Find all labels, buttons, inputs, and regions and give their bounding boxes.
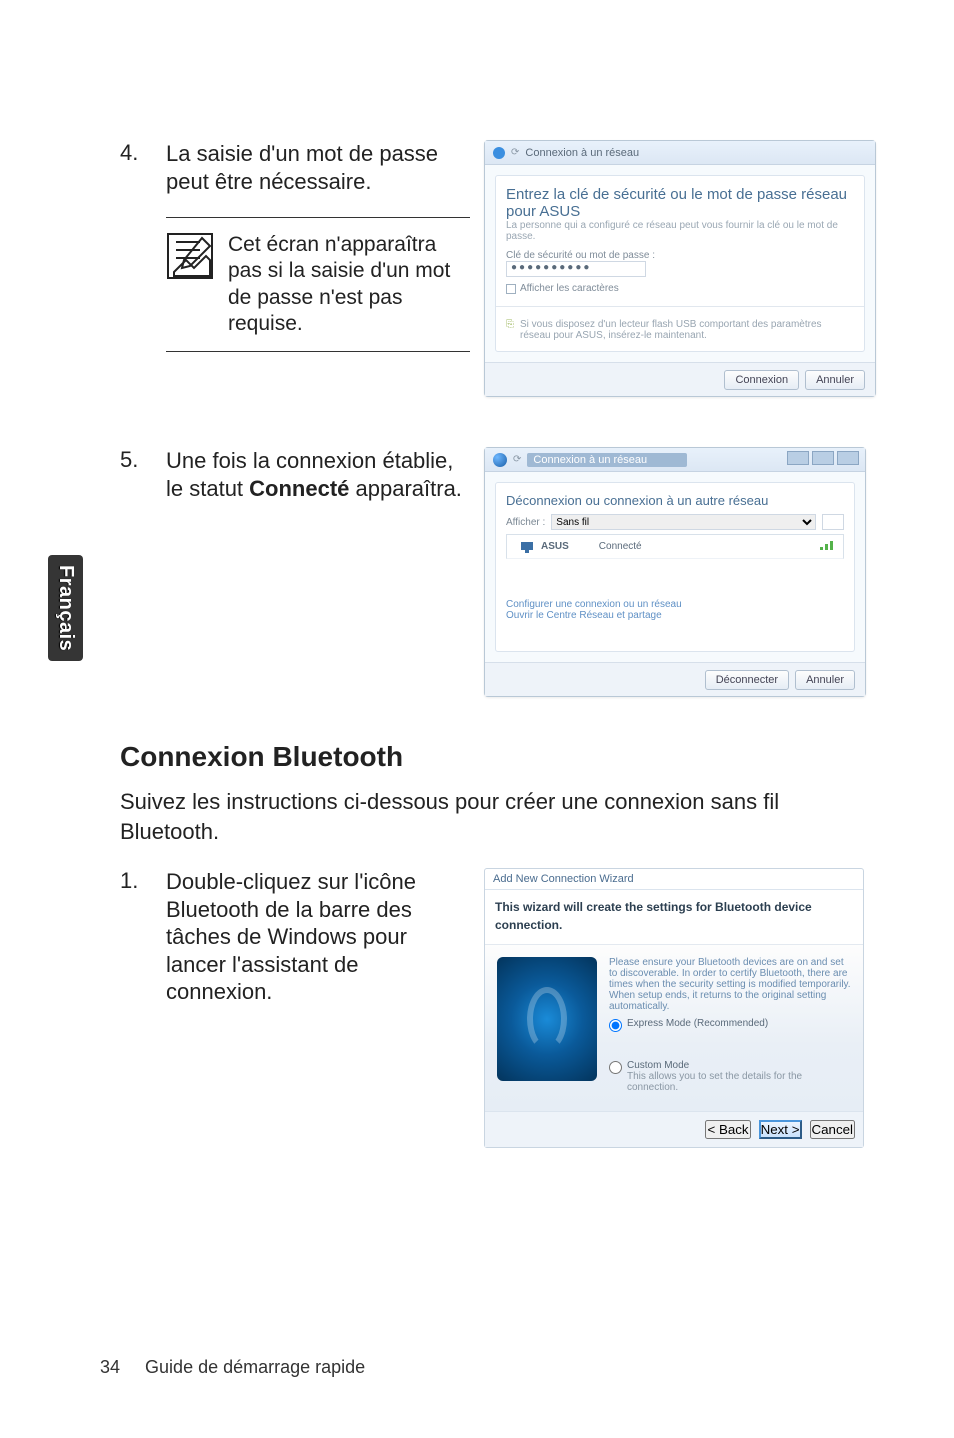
show-chars-label: Afficher les caractères (520, 283, 619, 294)
link-configure-network[interactable]: Configurer une connexion ou un réseau (506, 599, 844, 610)
step-4-text: La saisie d'un mot de passe peut être né… (166, 140, 470, 195)
connect-button[interactable]: Connexion (724, 370, 799, 390)
shield-icon (493, 147, 505, 159)
connected-dialog-title: Connexion à un réseau (527, 453, 687, 467)
window-controls[interactable] (787, 451, 859, 465)
connected-dialog: ⟳ Connexion à un réseau Déconnexion ou c… (484, 447, 866, 697)
bt-wizard-title: Add New Connection Wizard (485, 869, 863, 890)
filter-select[interactable]: Sans fil (551, 514, 816, 530)
password-dialog-titlebar: ⟳ Connexion à un réseau (485, 141, 875, 165)
radio-custom[interactable]: Custom Mode This allows you to set the d… (609, 1060, 851, 1093)
bt-wizard-banner: This wizard will create the settings for… (495, 900, 812, 932)
disconnect-button[interactable]: Déconnecter (705, 670, 789, 690)
network-status: Connecté (599, 541, 642, 552)
radio-express-input[interactable] (609, 1019, 622, 1032)
connected-dialog-titlebar: ⟳ Connexion à un réseau (485, 448, 865, 472)
step-4: 4. La saisie d'un mot de passe peut être… (120, 140, 470, 352)
book-title: Guide de démarrage rapide (145, 1357, 365, 1377)
page-number: 34 (100, 1357, 120, 1377)
network-name: ASUS (541, 541, 569, 552)
radio-custom-label: Custom Mode (627, 1060, 851, 1071)
signal-icon (819, 539, 837, 554)
step-1-number: 1. (120, 868, 148, 894)
step-1: 1. Double-cliquez sur l'icône Bluetooth … (120, 868, 470, 1006)
password-field-label: Clé de sécurité ou mot de passe : (506, 250, 854, 261)
refresh-button[interactable] (822, 514, 844, 530)
password-dialog-title: Connexion à un réseau (525, 147, 639, 159)
bluetooth-illustration (497, 957, 597, 1081)
radio-express-label: Express Mode (Recommended) (627, 1018, 768, 1029)
section-paragraph: Suivez les instructions ci-dessous pour … (120, 787, 854, 846)
usb-hint: ⎘ Si vous disposez d'un lecteur flash US… (506, 319, 854, 341)
network-row[interactable]: ASUS Connecté (506, 534, 844, 559)
filter-label: Afficher : (506, 517, 545, 528)
bt-wizard-desc: Please ensure your Bluetooth devices are… (609, 957, 851, 1012)
section-heading-bluetooth: Connexion Bluetooth (120, 741, 854, 773)
page-footer: 34 Guide de démarrage rapide (100, 1357, 365, 1378)
password-input[interactable]: ●●●●●●●●●● (506, 261, 646, 277)
cancel-button[interactable]: Annuler (805, 370, 865, 390)
note-box: Cet écran n'apparaîtra pas si la saisie … (166, 217, 470, 337)
cancel-button-2[interactable]: Annuler (795, 670, 855, 690)
step-5-text: Une fois la connexion établie, le statut… (166, 447, 470, 502)
note-icon (166, 232, 214, 280)
bt-next-button[interactable]: Next > (759, 1120, 802, 1139)
network-orb-icon (493, 453, 507, 467)
password-dialog: ⟳ Connexion à un réseau Entrez la clé de… (484, 140, 876, 397)
password-dialog-heading: Entrez la clé de sécurité ou le mot de p… (506, 186, 854, 220)
password-dialog-subtext: La personne qui a configuré ce réseau pe… (506, 220, 854, 242)
bt-cancel-button[interactable]: Cancel (810, 1120, 856, 1139)
usb-icon: ⎘ (506, 319, 514, 330)
note-text: Cet écran n'apparaîtra pas si la saisie … (228, 232, 470, 337)
step-4-number: 4. (120, 140, 148, 166)
language-tab: Français (48, 555, 83, 661)
step-1-text: Double-cliquez sur l'icône Bluetooth de … (166, 868, 470, 1006)
network-icon (513, 540, 541, 554)
bt-back-button[interactable]: < Back (705, 1120, 750, 1139)
step-5-number: 5. (120, 447, 148, 473)
link-network-center[interactable]: Ouvrir le Centre Réseau et partage (506, 610, 844, 621)
radio-custom-input[interactable] (609, 1061, 622, 1074)
show-chars-checkbox[interactable]: Afficher les caractères (506, 283, 854, 294)
bluetooth-wizard: Add New Connection Wizard This wizard wi… (484, 868, 864, 1148)
step-5: 5. Une fois la connexion établie, le sta… (120, 447, 470, 502)
radio-express[interactable]: Express Mode (Recommended) (609, 1018, 851, 1032)
radio-custom-desc: This allows you to set the details for t… (627, 1071, 851, 1093)
connected-dialog-heading: Déconnexion ou connexion à un autre rése… (506, 493, 844, 508)
